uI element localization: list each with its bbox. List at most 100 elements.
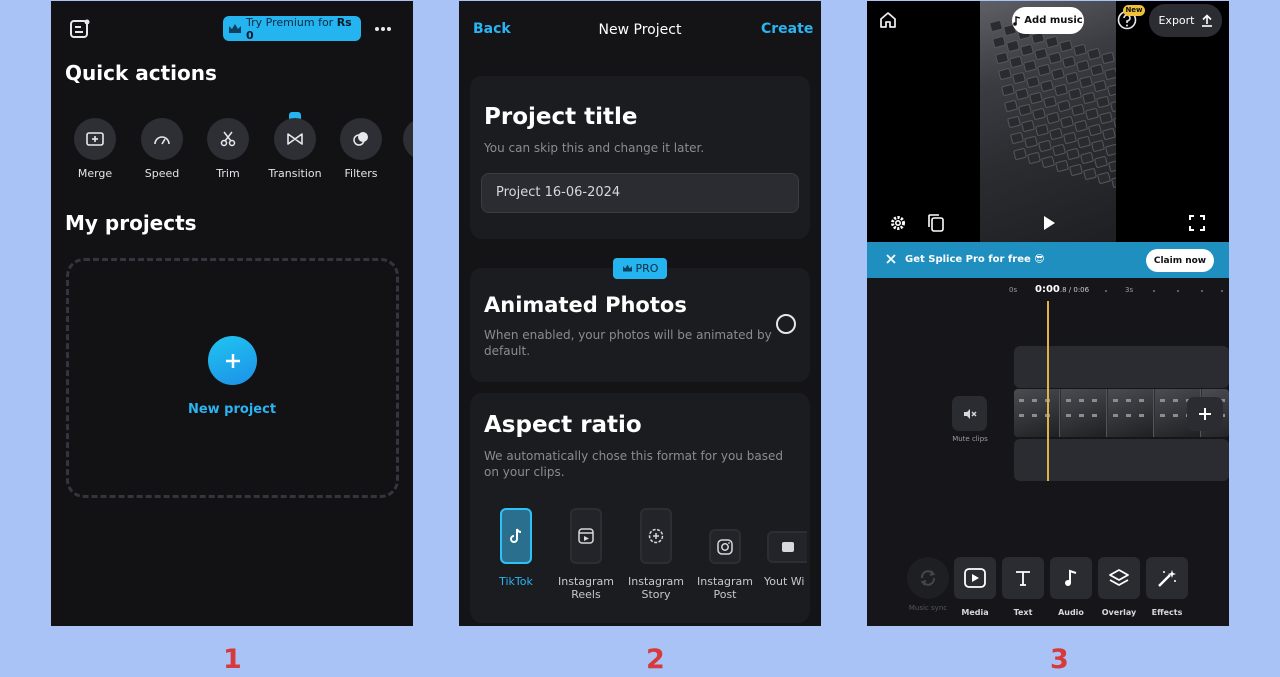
speed-action[interactable] [141, 118, 183, 160]
effects-icon [1156, 568, 1178, 588]
aspect-reels-option[interactable] [570, 508, 602, 564]
screen-editor: Add music New Export Get Splice Pro for … [867, 1, 1229, 626]
more-action-partial[interactable] [403, 118, 413, 160]
transition-action[interactable] [274, 118, 316, 160]
transition-label: Transition [268, 167, 322, 180]
reels-icon [578, 528, 594, 544]
screen-home: Try Premium for Rs 0 Quick actions Merge… [51, 1, 413, 626]
home-icon[interactable] [879, 11, 897, 29]
ruler-tick-0s: 0s [1009, 286, 1018, 294]
ruler-dot [1177, 290, 1179, 292]
back-button[interactable]: Back [473, 21, 511, 37]
keyboard-key-decoration [1000, 83, 1016, 97]
export-button[interactable]: Export [1149, 4, 1222, 37]
music-sync-button[interactable] [907, 557, 949, 599]
merge-label: Merge [77, 167, 113, 180]
media-icon [964, 568, 986, 588]
keyboard-key-decoration [1100, 51, 1116, 65]
keyboard-key-decoration [1072, 43, 1088, 57]
settings-gear-icon[interactable] [889, 214, 907, 232]
keyboard-key-decoration [1017, 103, 1033, 117]
filters-label: Filters [344, 167, 378, 180]
clip-thumbnail-detail [1032, 414, 1037, 417]
keyboard-key-decoration [1068, 163, 1084, 177]
crown-icon [622, 264, 633, 273]
clip-thumbnail-detail [1173, 399, 1178, 402]
clip-thumbnail-detail [1126, 414, 1131, 417]
ruler-tick-3s: 3s [1125, 286, 1134, 294]
play-icon[interactable] [1042, 215, 1056, 231]
clip-thumbnail-detail [1139, 399, 1144, 402]
add-clip-button[interactable] [1187, 397, 1223, 431]
mute-clips-label: Mute clips [952, 435, 988, 443]
text-label: Text [1013, 608, 1033, 617]
aspect-post-label: Instagram Post [697, 575, 753, 601]
text-tool[interactable] [1002, 557, 1044, 599]
ruler-dot [1105, 290, 1107, 292]
clip-thumbnail-detail [1113, 414, 1118, 417]
copy-icon[interactable] [927, 213, 945, 233]
scissors-icon [220, 131, 236, 147]
claim-now-button[interactable]: Claim now [1146, 249, 1214, 272]
caption-3: 3 [1050, 644, 1069, 675]
close-icon[interactable] [886, 254, 896, 264]
keyboard-key-decoration [1023, 135, 1039, 149]
aspect-tiktok-option[interactable] [500, 508, 532, 564]
effects-tool[interactable] [1146, 557, 1188, 599]
aspect-youtube-option[interactable] [767, 531, 807, 563]
keyboard-key-decoration [1053, 83, 1069, 97]
keyboard-key-decoration [1110, 175, 1116, 189]
text-icon [1014, 569, 1032, 587]
mute-clips-button[interactable] [952, 396, 987, 431]
caption-2: 2 [646, 644, 665, 675]
clip-thumbnail [1014, 389, 1060, 437]
keyboard-key-decoration [1022, 59, 1038, 73]
ruler-dot [1153, 290, 1155, 292]
video-preview[interactable] [980, 1, 1116, 242]
fullscreen-icon[interactable] [1189, 215, 1205, 231]
new-project-label[interactable]: New project [161, 402, 303, 417]
keyboard-key-decoration [1012, 147, 1028, 161]
aspect-tiktok-label: TikTok [499, 575, 533, 588]
filters-action[interactable] [340, 118, 382, 160]
clip-thumbnail-detail [1079, 414, 1084, 417]
keyboard-key-decoration [1065, 147, 1081, 161]
keyboard-key-decoration [1040, 155, 1056, 169]
keyboard-key-decoration [1047, 51, 1063, 65]
plus-icon [224, 352, 242, 370]
animated-photos-heading: Animated Photos [484, 293, 687, 317]
keyboard-key-decoration [1106, 83, 1116, 97]
aspect-reels-label: Instagram Reels [558, 575, 614, 601]
promo-text: Get Splice Pro for free 😎 [905, 254, 1045, 265]
media-tool[interactable] [954, 557, 996, 599]
tiktok-icon [509, 528, 523, 544]
keyboard-key-decoration [1086, 47, 1102, 61]
clip-thumbnail-detail [1160, 414, 1165, 417]
new-project-button[interactable] [208, 336, 257, 385]
project-title-input[interactable]: Project 16-06-2024 [481, 173, 799, 213]
add-music-button[interactable]: Add music [1012, 7, 1084, 34]
aspect-story-option[interactable] [640, 508, 672, 564]
create-button[interactable]: Create [761, 21, 813, 37]
merge-action[interactable] [74, 118, 116, 160]
try-premium-button[interactable]: Try Premium for Rs 0 [223, 16, 361, 42]
aspect-post-option[interactable] [709, 529, 741, 564]
music-note-icon [1013, 15, 1021, 26]
playhead[interactable] [1047, 301, 1049, 481]
instagram-icon [717, 538, 733, 555]
trim-action[interactable] [207, 118, 249, 160]
clip-thumbnail [1061, 389, 1107, 437]
more-options-icon[interactable] [374, 26, 392, 32]
overlay-tool[interactable] [1098, 557, 1140, 599]
clip-thumbnail-detail [1019, 399, 1024, 402]
keyboard-key-decoration [1087, 123, 1103, 137]
clip-thumbnail-detail [1032, 399, 1037, 402]
clip-thumbnail-detail [1092, 414, 1097, 417]
animated-photos-toggle[interactable] [776, 314, 796, 334]
pro-badge: PRO [613, 258, 667, 279]
clip-thumbnail-detail [1079, 399, 1084, 402]
keyboard-key-decoration [1076, 135, 1092, 149]
trim-label: Trim [216, 167, 240, 180]
audio-tool[interactable] [1050, 557, 1092, 599]
menu-icon[interactable] [69, 18, 91, 40]
